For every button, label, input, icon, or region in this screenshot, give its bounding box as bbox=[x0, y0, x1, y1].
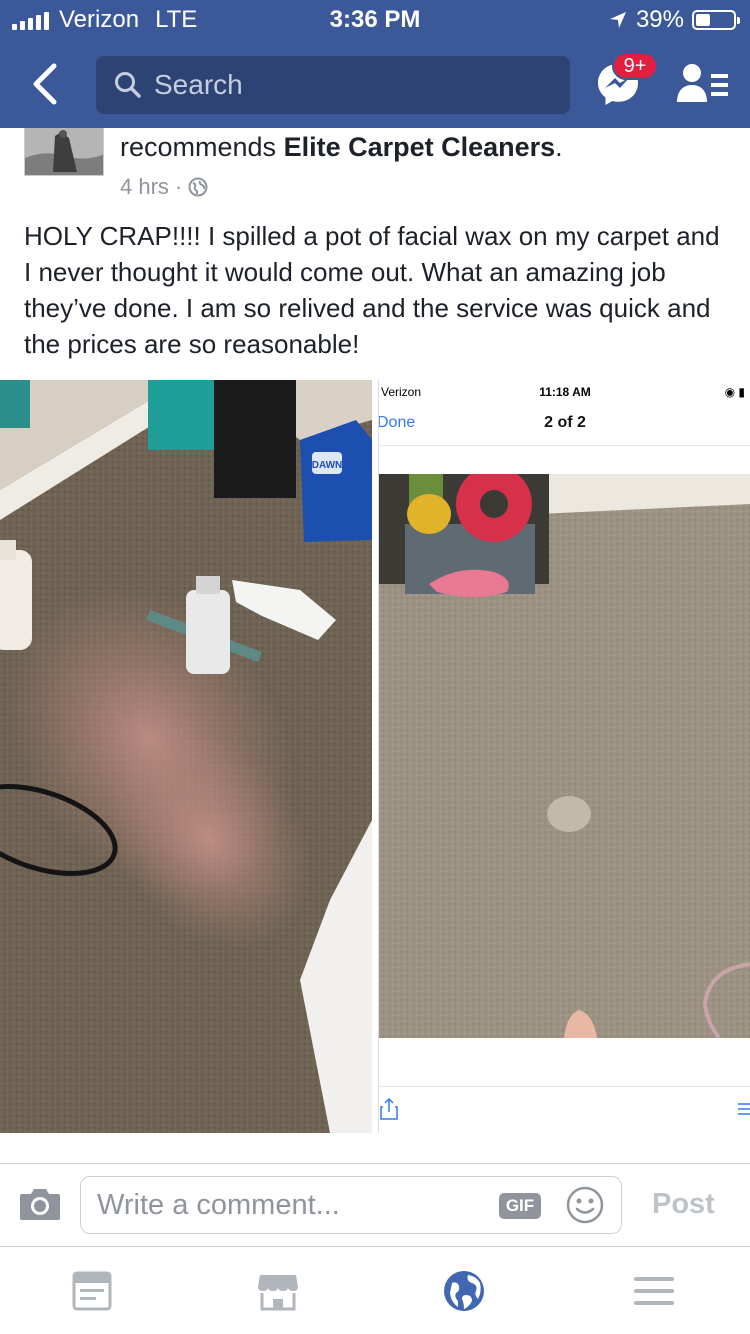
screenshot-nav: Done 2 of 2 bbox=[379, 406, 750, 446]
comment-input[interactable]: Write a comment... GIF bbox=[80, 1176, 622, 1234]
status-bar: Verizon LTE 3:36 PM 39% bbox=[0, 0, 750, 40]
search-icon bbox=[115, 72, 141, 98]
comment-bar: Write a comment... GIF Post bbox=[0, 1164, 750, 1246]
list-icon bbox=[738, 1103, 750, 1115]
globe-privacy-icon bbox=[188, 177, 208, 197]
marketplace-tab-icon[interactable] bbox=[256, 1269, 300, 1313]
sticker-smiley-icon[interactable] bbox=[565, 1185, 605, 1225]
post-headline: recommends Elite Carpet Cleaners. bbox=[120, 132, 563, 163]
post-header: recommends Elite Carpet Cleaners. 4 hrs … bbox=[0, 128, 750, 208]
back-arrow-icon[interactable] bbox=[26, 60, 66, 108]
headline-suffix: . bbox=[555, 132, 563, 162]
battery-icon bbox=[692, 10, 740, 30]
headline-prefix: recommends bbox=[120, 132, 284, 162]
messenger-badge: 9+ bbox=[612, 52, 658, 80]
top-nav-bar: Search 9+ bbox=[0, 40, 750, 128]
share-icon bbox=[380, 1097, 398, 1120]
bottom-tab-bar bbox=[0, 1247, 750, 1334]
post-photo-before[interactable]: DAWN bbox=[0, 380, 372, 1133]
gif-button[interactable]: GIF bbox=[499, 1193, 541, 1219]
screenshot-time: 11:18 AM bbox=[539, 385, 591, 399]
meta-separator: · bbox=[174, 174, 183, 199]
search-input[interactable]: Search bbox=[96, 56, 570, 114]
friend-requests-icon[interactable] bbox=[676, 62, 730, 106]
post-comment-button[interactable]: Post bbox=[652, 1188, 715, 1221]
camera-icon[interactable] bbox=[18, 1186, 62, 1222]
post-timestamp[interactable]: 4 hrs bbox=[120, 174, 169, 200]
screenshot-position: 2 of 2 bbox=[544, 414, 586, 431]
battery-percent: 39% bbox=[635, 6, 684, 33]
bottle-label: DAWN bbox=[312, 460, 343, 471]
avatar[interactable] bbox=[24, 128, 104, 176]
recommended-page-link[interactable]: Elite Carpet Cleaners bbox=[284, 132, 556, 162]
search-placeholder: Search bbox=[154, 69, 243, 100]
post-body: HOLY CRAP!!!! I spilled a pot of facial … bbox=[24, 221, 720, 359]
comment-placeholder: Write a comment... bbox=[97, 1189, 340, 1221]
screenshot-carpet-photo bbox=[379, 474, 750, 1038]
screenshot-status-bar: Verizon 11:18 AM ◉ ▮ bbox=[379, 380, 750, 406]
post-photo-after[interactable]: Verizon 11:18 AM ◉ ▮ Done 2 of 2 bbox=[378, 380, 750, 1133]
news-feed-tab-icon[interactable] bbox=[70, 1269, 114, 1313]
post-meta: 4 hrs · bbox=[120, 174, 208, 200]
menu-tab-icon[interactable] bbox=[632, 1269, 676, 1313]
globe-notifications-tab-icon[interactable] bbox=[442, 1269, 486, 1313]
screenshot-battery-icon: ◉ ▮ bbox=[724, 385, 745, 399]
location-arrow-icon bbox=[609, 12, 626, 28]
screenshot-toolbar bbox=[379, 1086, 750, 1133]
